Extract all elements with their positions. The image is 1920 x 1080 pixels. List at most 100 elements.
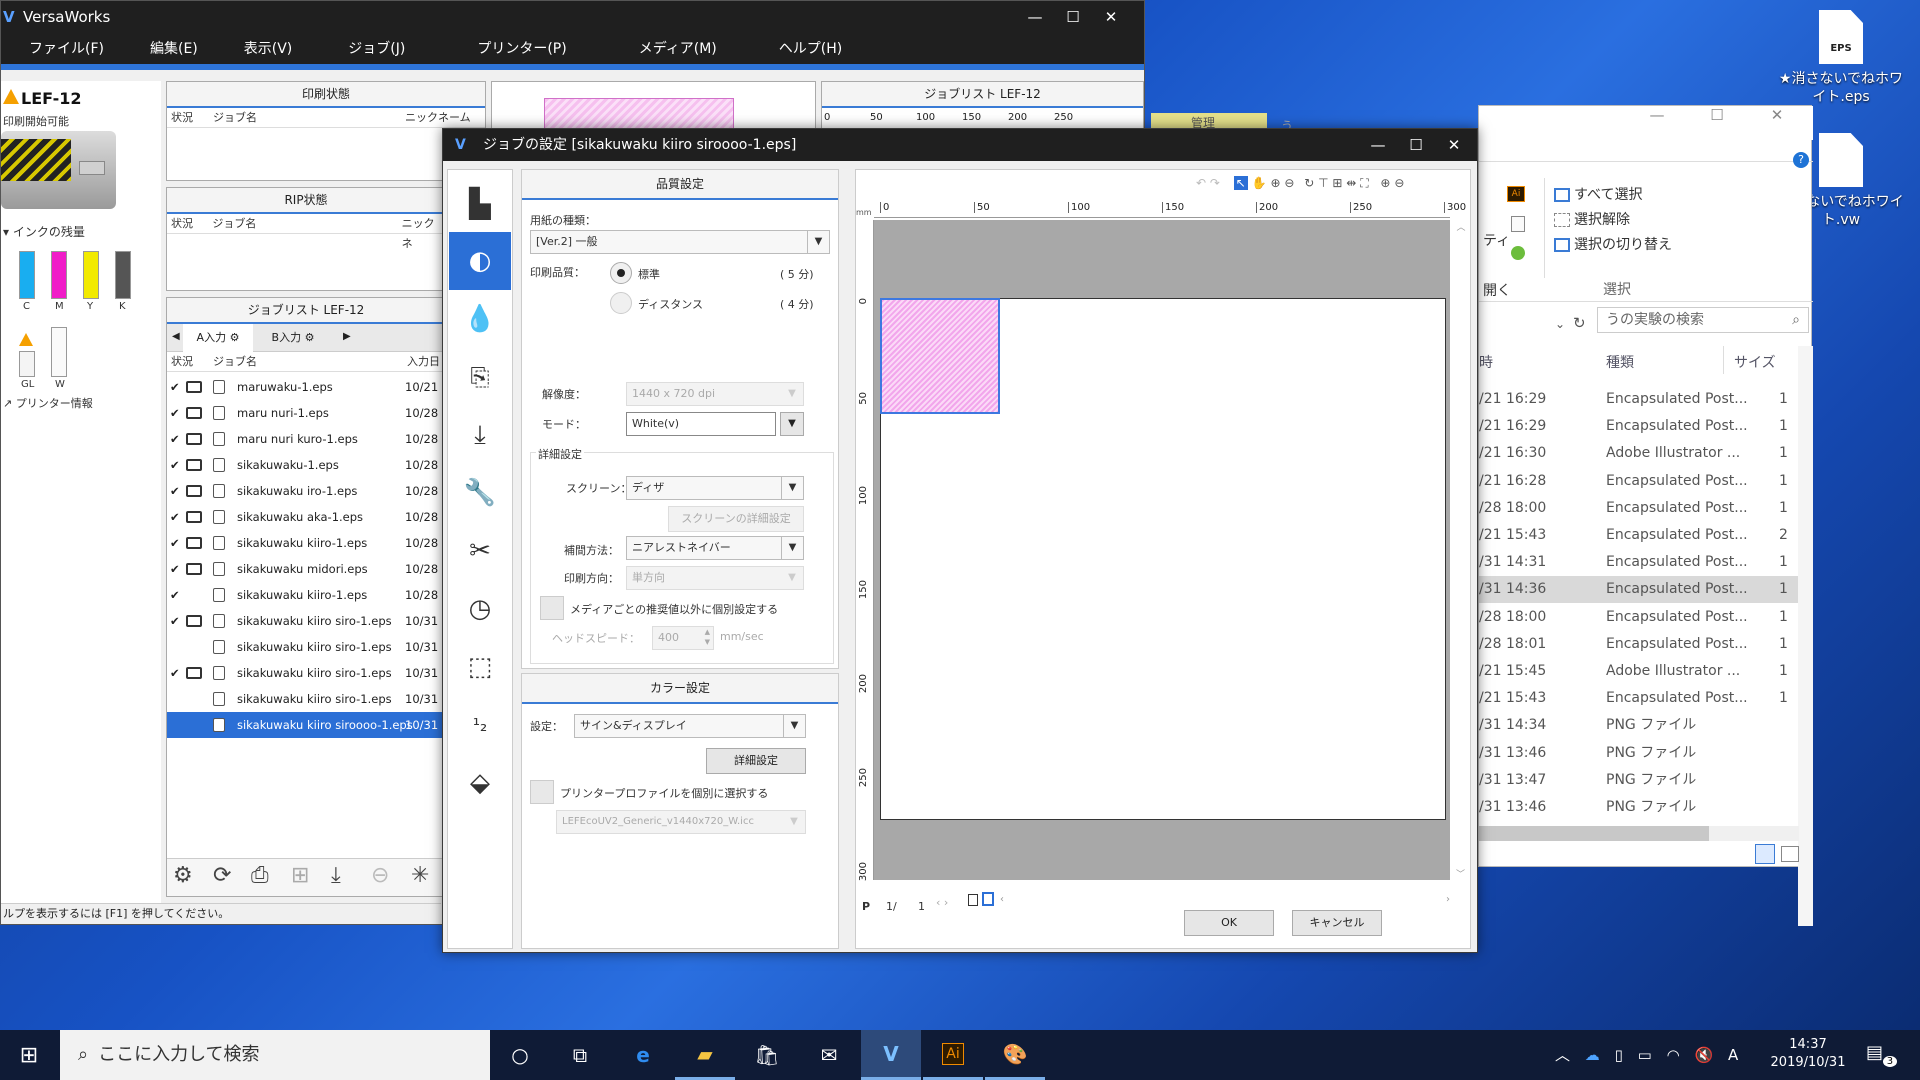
menu-edit[interactable]: 編集(E) (150, 34, 198, 64)
resize-nav-button[interactable]: ⤓ (449, 406, 511, 464)
cut-nav-button[interactable]: ✂ (449, 522, 511, 580)
taskbar-explorer[interactable]: ▰ (675, 1030, 735, 1080)
rotate-icon[interactable]: ↻ (1304, 176, 1314, 190)
file-row[interactable]: /28 18:00 Encapsulated Post... 1 (1479, 604, 1799, 631)
file-row[interactable]: /21 16:29 Encapsulated Post... 1 (1479, 386, 1799, 413)
start-button[interactable]: ⊞ (0, 1030, 58, 1080)
media-nav-button[interactable]: ⎘ (449, 348, 511, 406)
close-icon[interactable]: ✕ (1435, 129, 1473, 161)
timer-nav-button[interactable]: ◷ (449, 580, 511, 638)
ink-level-header[interactable]: ▾ インクの残量 (3, 223, 85, 240)
crop-nav-button[interactable]: ⬚ (449, 638, 511, 696)
print-icon[interactable]: ⎙ (251, 863, 269, 888)
tab-prev-icon[interactable]: ◀ (172, 331, 180, 342)
scroll-left-icon[interactable]: ‹ (1000, 894, 1004, 905)
job-row[interactable]: ✔ sikakuwaku kiiro-1.eps 10/28 (167, 582, 447, 608)
job-row[interactable]: ✔ sikakuwaku kiiro siro-1.eps 10/31 (167, 608, 447, 634)
scroll-right-icon[interactable]: › (1446, 894, 1450, 905)
cancel-button[interactable]: キャンセル (1292, 910, 1382, 936)
settings-icon[interactable]: ⚙ (173, 863, 193, 888)
maximize-icon[interactable]: ☐ (1397, 129, 1435, 161)
loading-icon[interactable]: ✳ (411, 863, 429, 888)
help-icon[interactable]: ? (1793, 152, 1809, 168)
col-job-name[interactable]: ジョブ名 (213, 352, 407, 371)
job-image[interactable] (880, 298, 1000, 414)
file-row[interactable]: /21 15:45 Adobe Illustrator ... 1 (1479, 658, 1799, 685)
fit-width-icon[interactable]: ⇹ (1346, 176, 1356, 190)
minimize-icon[interactable]: — (1627, 106, 1687, 140)
color-setting-select[interactable]: サイン&ディスプレイ ▼ (574, 714, 806, 738)
battery-icon[interactable]: ▭ (1638, 1046, 1652, 1064)
wifi-icon[interactable]: ◠ (1667, 1046, 1680, 1064)
file-row[interactable]: /31 14:31 Encapsulated Post... 1 (1479, 549, 1799, 576)
close-icon[interactable]: ✕ (1747, 106, 1807, 140)
desktop-icon-eps[interactable]: EPS ★消さないでねホワイト.eps (1776, 10, 1906, 106)
fit-all-icon[interactable]: ⛶ (1360, 176, 1368, 190)
color-nav-button[interactable]: 💧 (449, 290, 511, 348)
select-all-button[interactable]: すべて選択 (1554, 184, 1642, 204)
file-row[interactable]: /31 13:47 PNG ファイル (1479, 767, 1799, 794)
usb-icon[interactable]: ▯ (1615, 1046, 1623, 1064)
job-row[interactable]: ✔ maru nuri-1.eps 10/28 (167, 400, 447, 426)
file-row[interactable]: /21 16:30 Adobe Illustrator ... 1 (1479, 440, 1799, 467)
mode-dropdown-button[interactable]: ▼ (780, 412, 804, 436)
job-row[interactable]: sikakuwaku kiiro siro-1.eps 10/31 (167, 686, 447, 712)
job-row[interactable]: ✔ sikakuwaku iro-1.eps 10/28 (167, 478, 447, 504)
horizontal-scrollbar[interactable] (1479, 826, 1799, 841)
menu-help[interactable]: ヘルプ(H) (779, 34, 842, 64)
taskbar-mail[interactable]: ✉ (799, 1030, 859, 1080)
job-row[interactable]: ✔ sikakuwaku-1.eps 10/28 (167, 452, 447, 478)
col-size[interactable]: サイズ (1734, 352, 1776, 372)
file-row[interactable]: /21 15:43 Encapsulated Post... 2 (1479, 522, 1799, 549)
printer-name[interactable]: LEF-12 (21, 89, 81, 108)
tab-next-icon[interactable]: ▶ (343, 331, 351, 342)
menu-file[interactable]: ファイル(F) (29, 34, 104, 64)
details-view-icon[interactable] (1755, 844, 1775, 864)
edit-icon[interactable] (1511, 216, 1525, 232)
file-row[interactable]: /31 14:34 PNG ファイル (1479, 712, 1799, 739)
volume-icon[interactable]: 🔇 (1694, 1046, 1713, 1064)
zoom-out-icon[interactable]: ⊖ (1284, 176, 1294, 190)
file-row[interactable]: /31 14:36 Encapsulated Post... 1 (1479, 576, 1799, 604)
vertical-scrollbar[interactable] (1798, 346, 1813, 926)
col-date[interactable]: 時 (1479, 352, 1493, 372)
job-row[interactable]: ✔ sikakuwaku kiiro siro-1.eps 10/31 (167, 660, 447, 686)
multi-page-icon[interactable] (982, 892, 994, 906)
quality-nav-button[interactable]: ◐ (449, 232, 511, 290)
single-page-icon[interactable] (968, 894, 978, 906)
mode-select[interactable]: White(v) (626, 412, 776, 436)
close-icon[interactable]: ✕ (1092, 1, 1130, 34)
layout-nav-button[interactable]: ▙ (449, 174, 511, 232)
page-nav-icons[interactable]: ‹ › (936, 896, 948, 909)
media-type-select[interactable]: [Ver.2] 一般 ▼ (530, 230, 830, 254)
cortana-button[interactable]: ○ (490, 1030, 550, 1080)
taskbar-paint[interactable]: 🎨 (985, 1030, 1045, 1080)
refresh-icon[interactable]: ⟳ (213, 863, 231, 888)
minimize-icon[interactable]: — (1359, 129, 1397, 161)
taskbar-edge[interactable]: e (613, 1030, 673, 1080)
job-row[interactable]: ✔ maruwaku-1.eps 10/21 (167, 374, 447, 400)
task-view-button[interactable]: ⧉ (550, 1030, 610, 1080)
palette-nav-button[interactable]: ⬙ (449, 754, 511, 812)
minimize-icon[interactable]: — (1016, 1, 1054, 34)
quality-standard-radio[interactable] (610, 262, 632, 284)
ok-button[interactable]: OK (1184, 910, 1274, 936)
job-row[interactable]: ✔ sikakuwaku aka-1.eps 10/28 (167, 504, 447, 530)
zoom-in-icon[interactable]: ⊕ (1270, 176, 1280, 190)
refresh-icon[interactable]: ↻ (1573, 314, 1586, 332)
menu-media[interactable]: メディア(M) (639, 34, 717, 64)
tools-nav-button[interactable]: 🔧 (449, 464, 511, 522)
file-row[interactable]: /28 18:00 Encapsulated Post... 1 (1479, 495, 1799, 522)
align-top-icon[interactable]: ⊤ (1318, 176, 1328, 190)
maximize-icon[interactable]: ☐ (1687, 106, 1747, 140)
file-row[interactable]: /28 18:01 Encapsulated Post... 1 (1479, 631, 1799, 658)
search-input[interactable]: うの実験の検索 ⌕ (1597, 307, 1809, 333)
job-row[interactable]: ✔ sikakuwaku midori.eps 10/28 (167, 556, 447, 582)
taskbar-illustrator[interactable]: Ai (923, 1030, 983, 1080)
quality-distance-radio[interactable] (610, 292, 632, 314)
chevron-down-icon[interactable]: ⌄ (1555, 317, 1565, 331)
screen-select[interactable]: ディザ ▼ (626, 476, 804, 500)
printer-info-link[interactable]: ↗ プリンター情報 (3, 395, 93, 411)
download-icon[interactable]: ⤓ (331, 863, 341, 888)
color-detail-button[interactable]: 詳細設定 (706, 748, 806, 774)
